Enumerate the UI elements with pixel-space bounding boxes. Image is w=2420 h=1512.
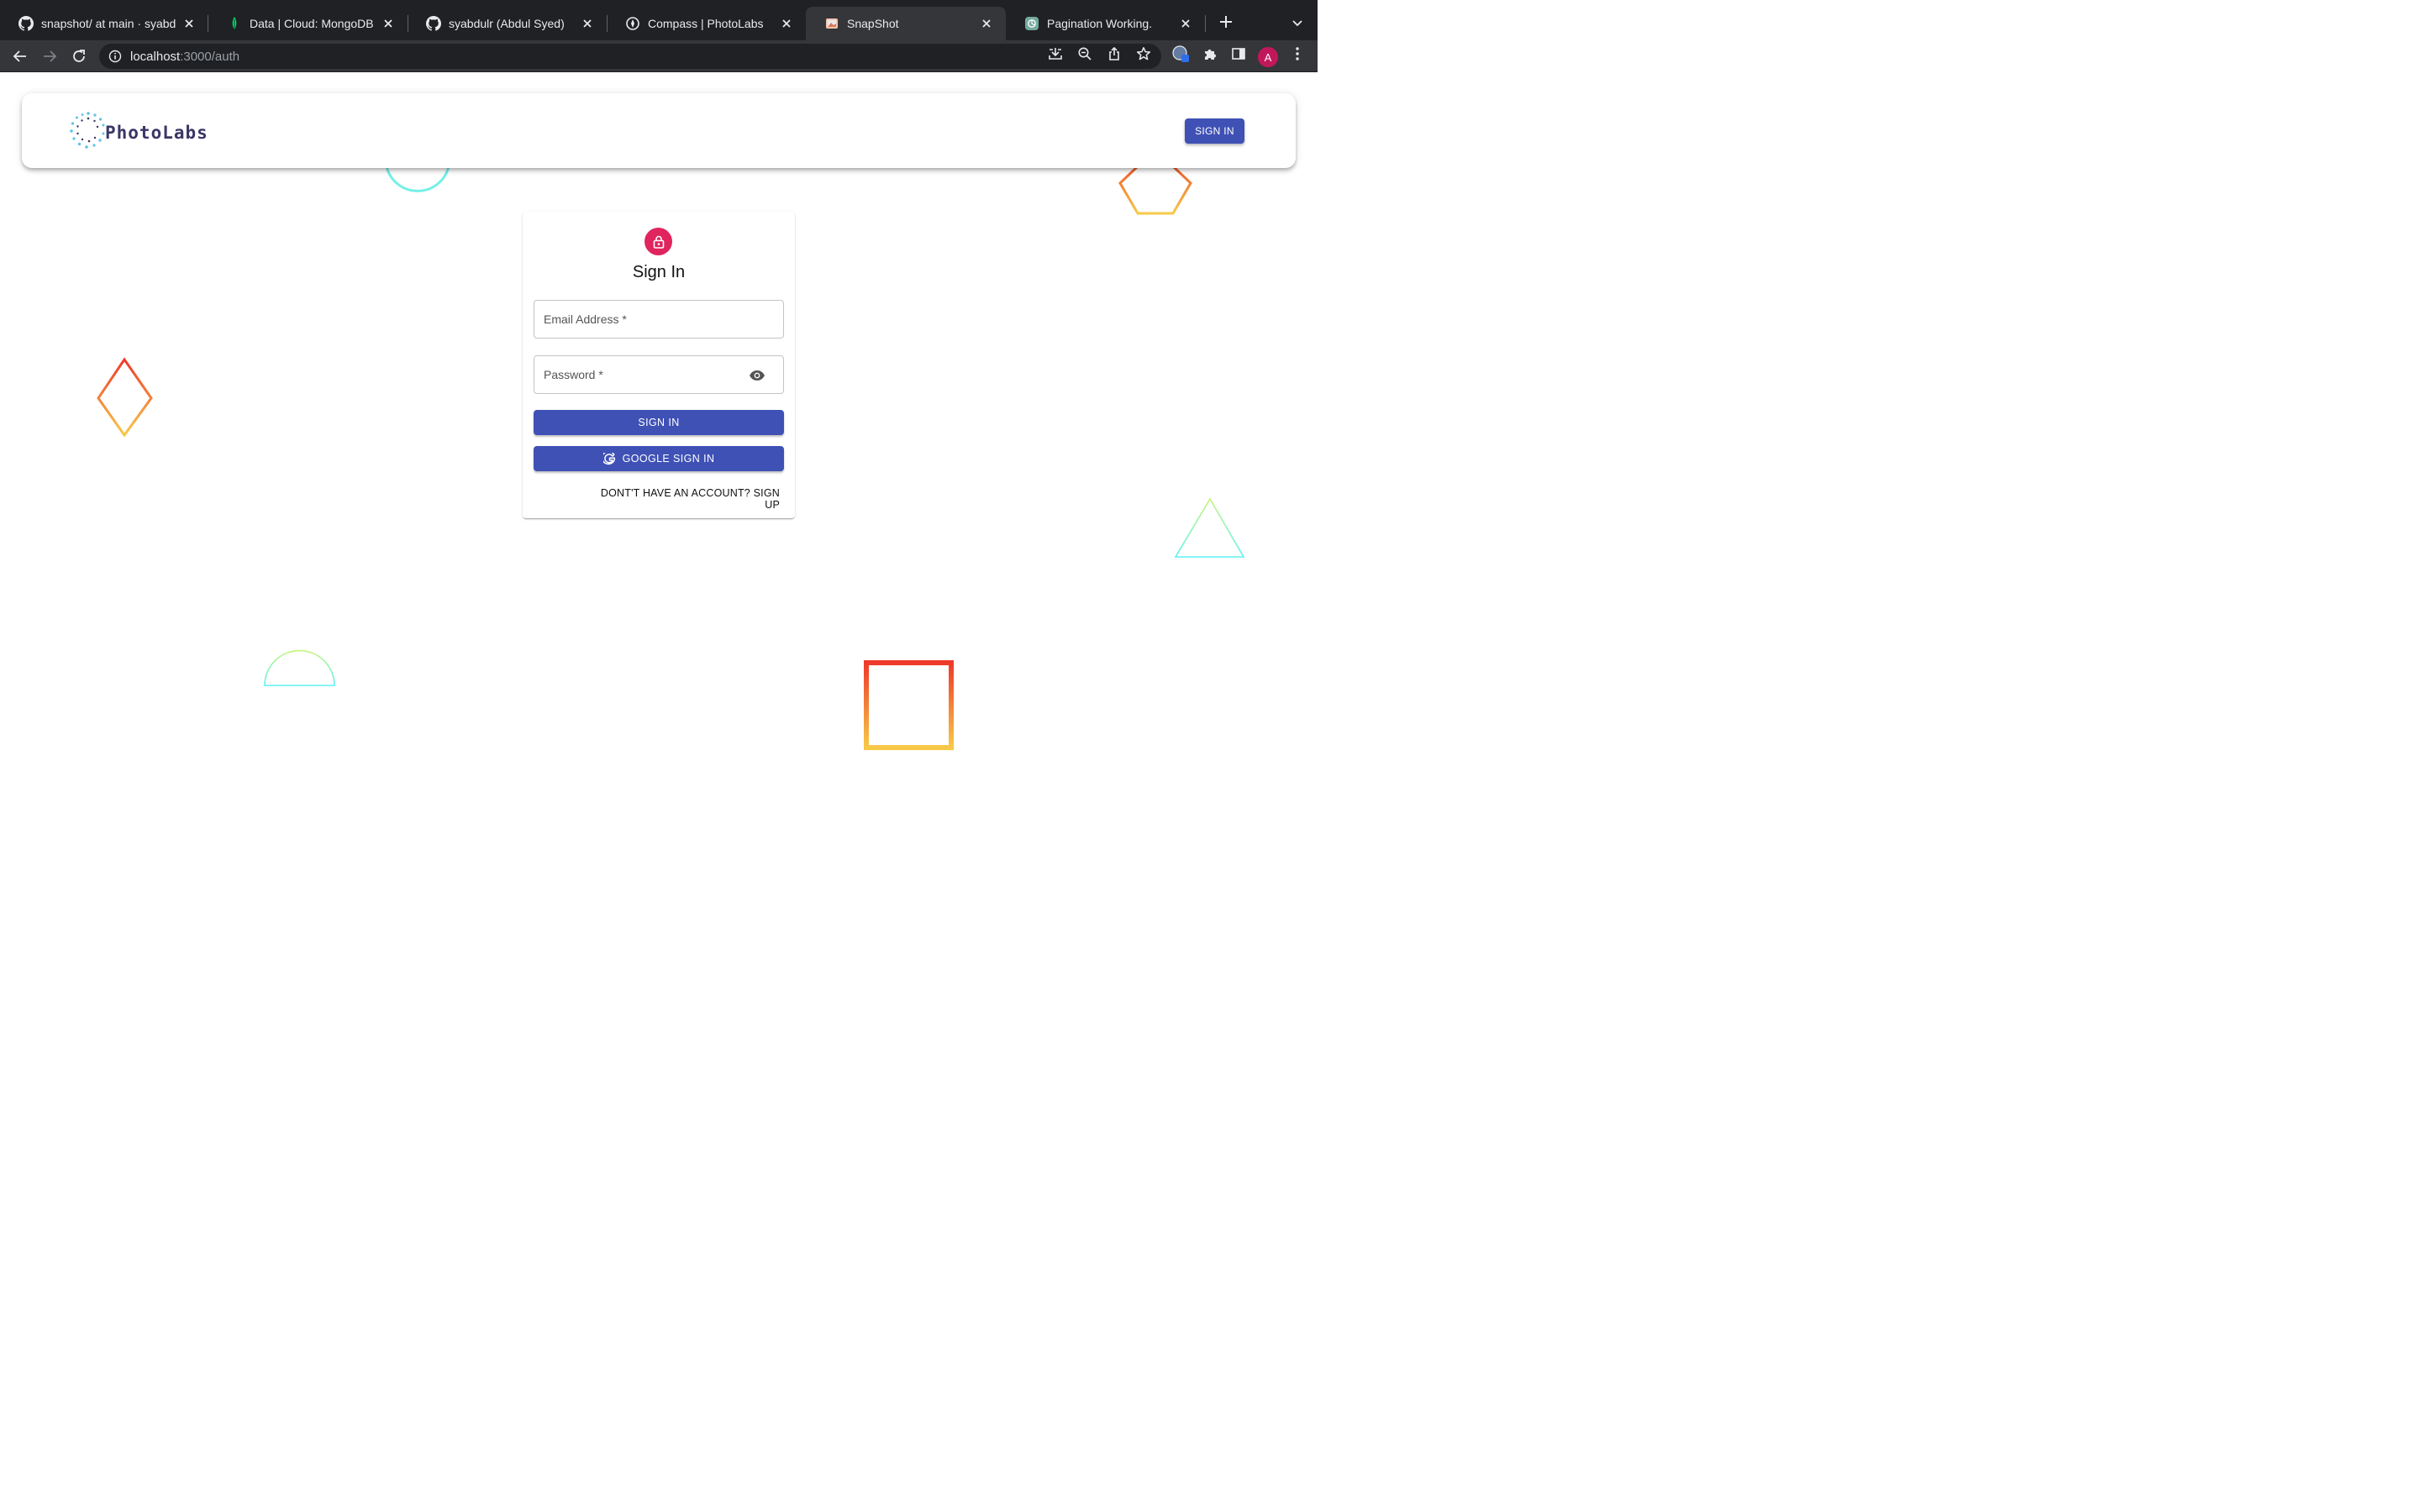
google-g-icon [602, 452, 617, 465]
browser-tab-strip: snapshot/ at main · syabdulr Data | Clou… [0, 0, 1318, 40]
password-label-text: Password [544, 368, 596, 381]
tab-title: Data | Cloud: MongoDB Cloud [250, 17, 376, 30]
triangle-shape [1174, 497, 1245, 558]
browser-tab-5-active[interactable]: SnapShot [806, 7, 1006, 40]
password-field[interactable]: Password * [534, 355, 784, 394]
lock-avatar [644, 228, 672, 255]
close-tab-icon[interactable] [580, 16, 595, 31]
address-url: localhost:3000/auth [130, 50, 239, 64]
zoom-out-icon[interactable] [1076, 45, 1094, 63]
browser-tab-4[interactable]: Compass | PhotoLabs [607, 7, 806, 40]
tab-search-chevron-icon[interactable] [1289, 14, 1306, 31]
github-icon [426, 16, 441, 31]
mongodb-leaf-icon [227, 16, 242, 31]
more-menu-icon[interactable] [1288, 45, 1307, 63]
half-circle-shape [264, 649, 335, 686]
tab-title: syabdulr (Abdul Syed) [449, 17, 565, 30]
url-path: :3000/auth [180, 49, 240, 64]
tab-title: Pagination Working. [1047, 17, 1153, 30]
browser-tab-3[interactable]: syabdulr (Abdul Syed) [408, 7, 607, 40]
sign-in-card: Sign In Email Address * Password * SIGN … [523, 212, 795, 518]
url-host: localhost [130, 49, 181, 64]
install-app-icon[interactable] [1046, 45, 1065, 63]
tab-separator [1205, 15, 1206, 32]
show-password-eye-icon[interactable] [748, 366, 766, 385]
close-tab-icon[interactable] [182, 16, 197, 31]
google-sign-in-button[interactable]: GOOGLE SIGN IN [534, 446, 784, 471]
browser-tab-1[interactable]: snapshot/ at main · syabdulr [0, 7, 208, 40]
close-tab-icon[interactable] [1178, 16, 1193, 31]
square-shape [864, 660, 954, 750]
profile-avatar[interactable]: A [1258, 47, 1278, 67]
diamond-shape [97, 357, 153, 438]
sign-in-button-label: SIGN IN [638, 417, 680, 428]
email-field[interactable]: Email Address * [534, 300, 784, 339]
brand-logo[interactable]: PhotoLabs [69, 111, 208, 150]
close-tab-icon[interactable] [779, 16, 794, 31]
brand-name: PhotoLabs [105, 123, 208, 143]
email-label-text: Email Address [544, 312, 619, 326]
tab-title: SnapShot [847, 17, 899, 30]
email-field-label: Email Address * [544, 312, 627, 326]
browser-tab-2[interactable]: Data | Cloud: MongoDB Cloud [208, 7, 408, 40]
new-tab-plus-icon[interactable] [1217, 13, 1235, 31]
header-sign-in-button[interactable]: SIGN IN [1185, 118, 1244, 144]
compass-icon [625, 16, 640, 31]
circle-shape [385, 165, 450, 192]
extension-globe-icon[interactable] [1171, 45, 1190, 63]
side-panel-icon[interactable] [1229, 45, 1248, 63]
google-sign-in-label: GOOGLE SIGN IN [622, 453, 715, 465]
password-field-label: Password * [544, 368, 603, 381]
sign-in-submit-button[interactable]: SIGN IN [534, 410, 784, 435]
browser-tab-6[interactable]: Pagination Working. [1006, 7, 1205, 40]
browser-toolbar: localhost:3000/auth A [0, 40, 1318, 72]
site-info-icon[interactable] [108, 49, 123, 64]
required-asterisk: * [622, 312, 627, 326]
sign-up-link[interactable]: DONT'T HAVE AN ACCOUNT? SIGN UP [590, 487, 780, 511]
close-tab-icon[interactable] [381, 16, 396, 31]
snapshot-favicon-icon [824, 16, 839, 31]
extensions-puzzle-icon[interactable] [1201, 45, 1219, 63]
forward-arrow-icon[interactable] [38, 45, 61, 68]
bookmark-star-icon[interactable] [1134, 45, 1153, 63]
back-arrow-icon[interactable] [8, 45, 32, 68]
hexagon-shape [1118, 165, 1192, 215]
share-icon[interactable] [1105, 45, 1123, 63]
tab-title: snapshot/ at main · syabdulr [41, 17, 176, 30]
app-header: PhotoLabs SIGN IN [22, 93, 1296, 168]
address-bar[interactable]: localhost:3000/auth [99, 44, 1161, 69]
close-tab-icon[interactable] [979, 16, 994, 31]
github-icon [18, 16, 34, 31]
required-asterisk: * [598, 368, 603, 381]
sign-in-title: Sign In [632, 263, 686, 281]
web-page: PhotoLabs SIGN IN Sign In Email Address … [0, 72, 1318, 823]
reload-icon[interactable] [67, 45, 91, 68]
lock-icon [653, 235, 664, 249]
photolabs-logo-icon [70, 112, 105, 149]
tab-title: Compass | PhotoLabs [648, 17, 764, 30]
chatgpt-icon [1024, 16, 1039, 31]
